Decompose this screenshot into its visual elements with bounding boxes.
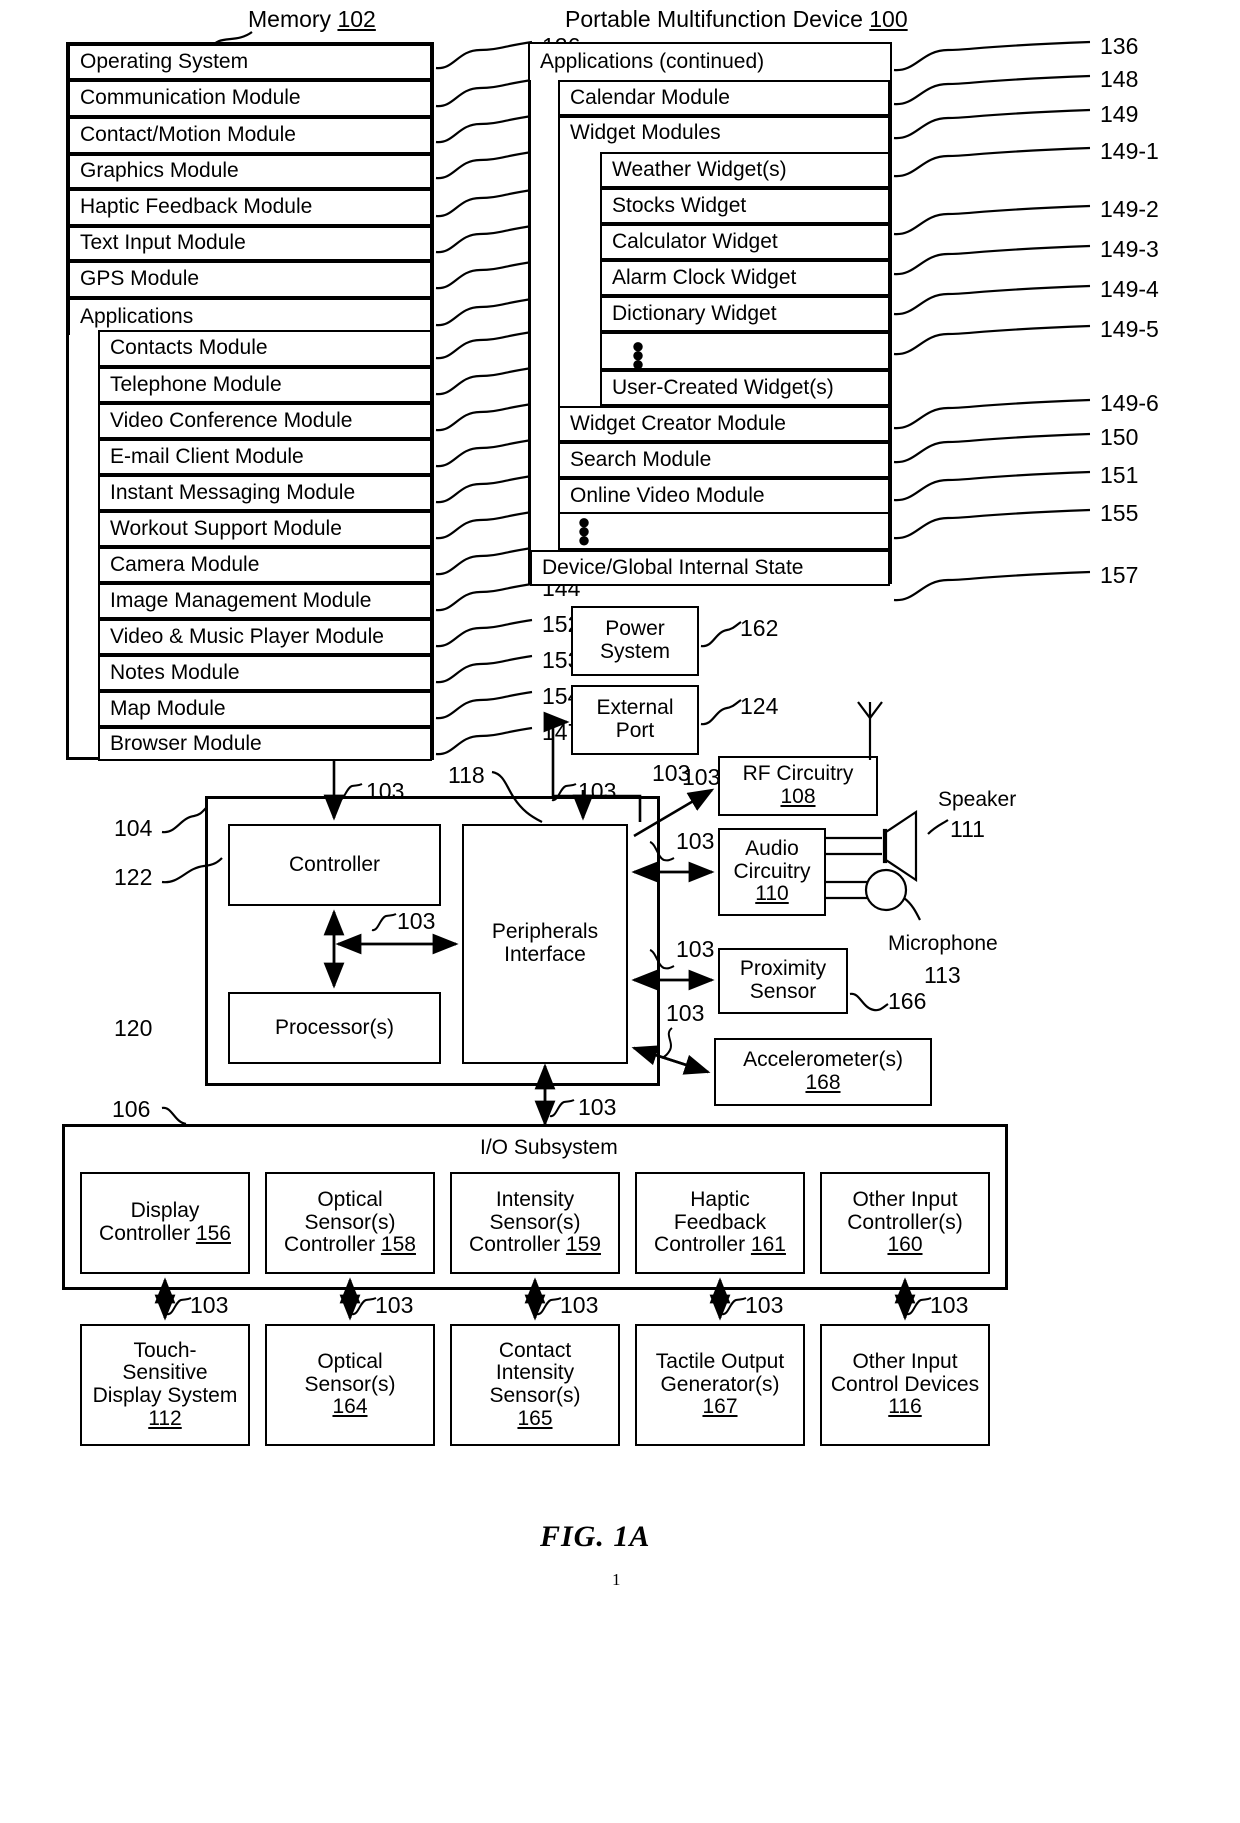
bus-squiggle: [351, 1297, 377, 1316]
ref-number-bus: 103: [745, 1292, 784, 1318]
patent-figure-1a: Memory 102 Operating System Communicatio…: [0, 0, 1240, 1823]
bus-squiggle: [906, 1297, 932, 1316]
page-number: 1: [612, 1570, 621, 1589]
ref-number-bus: 103: [560, 1292, 599, 1318]
ref-number-bus: 103: [930, 1292, 969, 1318]
figure-caption: FIG. 1A: [540, 1520, 651, 1553]
bus-squiggle: [536, 1297, 562, 1316]
ref-number-bus: 103: [190, 1292, 229, 1318]
bus-squiggle: [166, 1297, 192, 1316]
ref-number-bus: 103: [375, 1292, 414, 1318]
bus-squiggle: [721, 1297, 747, 1316]
